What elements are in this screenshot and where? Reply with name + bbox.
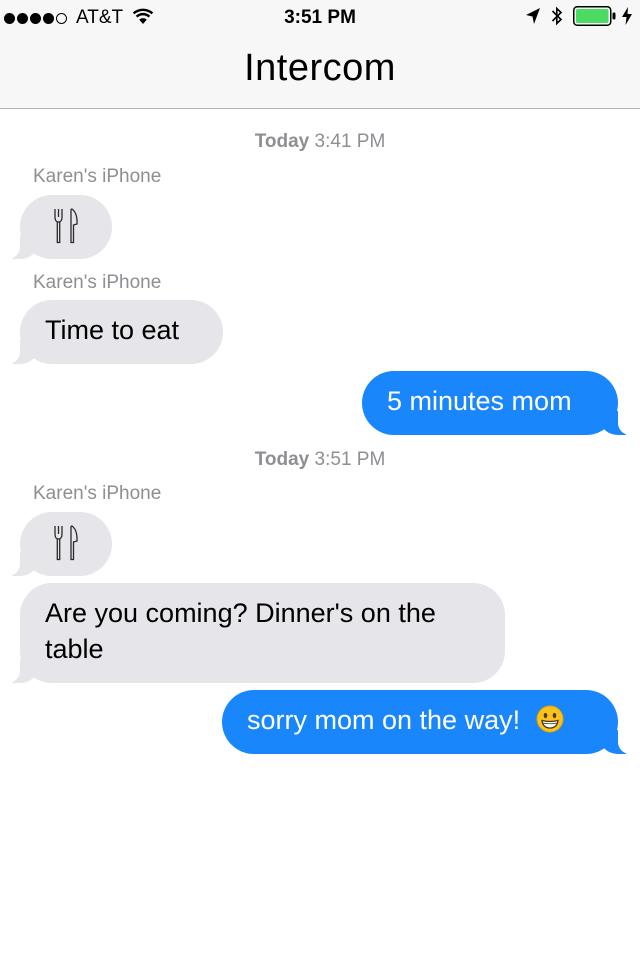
status-bar: AT&T 3:51 PM (0, 0, 640, 36)
fork-and-knife-icon (53, 208, 79, 253)
fork-and-knife-icon (53, 525, 79, 570)
timestamp-day: Today (254, 131, 310, 152)
outgoing-message-bubble[interactable]: sorry mom on the way! (222, 690, 632, 754)
bluetooth-icon (551, 5, 563, 32)
sender-label: Karen's iPhone (33, 272, 162, 293)
incoming-message-bubble[interactable] (6, 195, 112, 259)
messages-screen: AT&T 3:51 PM Intercom Today 3:41 PM Kare… (0, 0, 640, 960)
nav-bar: Intercom (0, 36, 640, 109)
message-text-line: Are you coming? Dinner's on the (45, 598, 436, 628)
timestamp: Today 3:41 PM (0, 131, 640, 153)
incoming-message-bubble[interactable]: Are you coming? Dinner's on the table (6, 583, 505, 683)
battery-icon (573, 5, 619, 31)
sender-label: Karen's iPhone (33, 166, 162, 187)
message-text: sorry mom on the way! (247, 705, 521, 735)
message-text-line: table (45, 634, 104, 664)
timestamp-time: 3:51 PM (314, 449, 386, 470)
message-text: 5 minutes mom (387, 386, 572, 416)
incoming-message-bubble[interactable]: Time to eat (6, 300, 223, 364)
charging-bolt-icon (622, 6, 632, 30)
sender-label: Karen's iPhone (33, 483, 162, 504)
status-right (515, 5, 632, 32)
timestamp-time: 3:41 PM (314, 131, 386, 152)
conversation-title[interactable]: Intercom (0, 36, 640, 100)
location-arrow-icon (525, 7, 541, 30)
grinning-face-icon (536, 705, 564, 742)
timestamp: Today 3:51 PM (0, 449, 640, 471)
incoming-message-bubble[interactable] (6, 512, 112, 576)
timestamp-day: Today (254, 449, 310, 470)
outgoing-message-bubble[interactable]: 5 minutes mom (362, 371, 632, 435)
message-text: Time to eat (45, 315, 180, 345)
